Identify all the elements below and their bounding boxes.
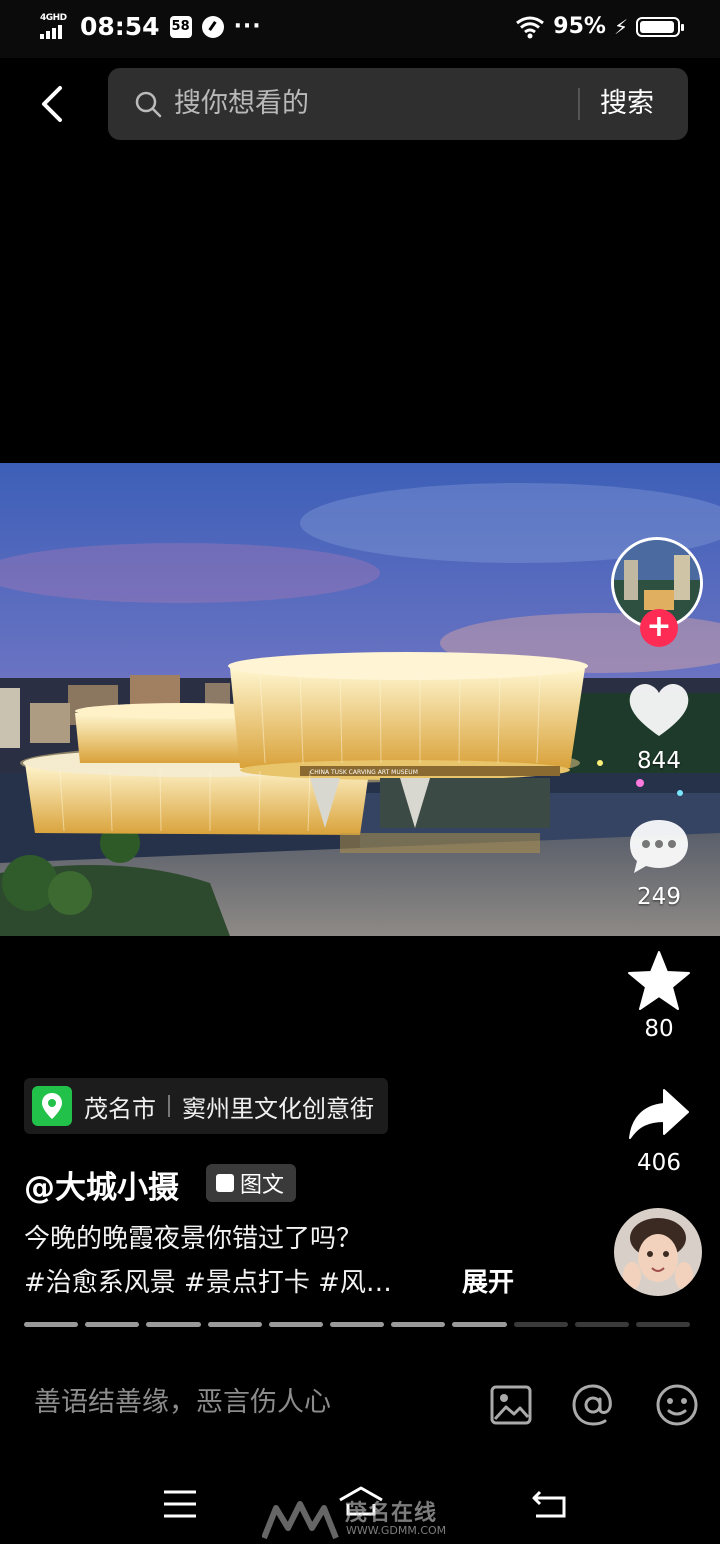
wifi-icon — [516, 16, 545, 38]
progress-segment — [85, 1322, 140, 1327]
music-disc-avatar[interactable] — [614, 1208, 702, 1296]
caption-line-1: 今晚的晚霞夜景你错过了吗？ — [24, 1224, 363, 1254]
progress-segment — [635, 1322, 691, 1327]
share-count: 406 — [637, 1150, 681, 1176]
image-post-label: 图文 — [240, 1173, 285, 1198]
mention-icon[interactable] — [570, 1382, 616, 1428]
watermark-text: 茂名在线 — [345, 1501, 438, 1526]
battery-percent: 95% — [553, 14, 606, 39]
caption-hashtags[interactable]: #治愈系风景 #景点打卡 #风… — [24, 1262, 392, 1299]
watermark-logo-icon — [262, 1501, 339, 1540]
search-divider — [578, 88, 580, 120]
charging-icon: ⚡ — [613, 14, 628, 39]
speed-gauge-icon — [201, 15, 224, 38]
notification-badge-icon: 58 — [169, 15, 192, 38]
progress-segment — [391, 1322, 446, 1327]
author-name[interactable]: @大城小摄 — [24, 1162, 179, 1207]
progress-segment — [146, 1322, 201, 1327]
back-arrow-icon[interactable] — [34, 84, 74, 124]
status-left: 4GHD 08:54 58 ··· — [38, 12, 262, 41]
progress-segment — [329, 1322, 385, 1327]
search-input[interactable]: 搜你想看的 搜索 — [108, 68, 688, 140]
star-icon — [628, 951, 690, 1010]
comment-count: 249 — [637, 884, 681, 910]
expand-caption-button[interactable]: 展开 — [462, 1262, 514, 1299]
status-bar: 4GHD 08:54 58 ··· 95% ⚡ — [0, 0, 720, 58]
progress-segment — [24, 1322, 79, 1327]
image-post-icon — [216, 1174, 234, 1192]
back-nav-icon[interactable] — [530, 1488, 568, 1520]
favorite-button[interactable]: 80 — [611, 950, 707, 1042]
location-tag[interactable]: 茂名市 窦州里文化创意街 — [24, 1078, 388, 1134]
museum-sign-text: CHINA TUSK CARVING ART MUSEUM — [310, 769, 418, 776]
progress-segment — [268, 1322, 323, 1327]
image-post-tag: 图文 — [206, 1164, 297, 1202]
search-placeholder: 搜你想看的 — [174, 88, 309, 119]
search-button[interactable]: 搜索 — [600, 68, 654, 140]
like-button[interactable]: 844 — [611, 680, 707, 774]
comment-bubble-icon — [630, 820, 688, 873]
battery-icon — [636, 16, 684, 37]
heart-icon — [629, 684, 689, 736]
image-picker-icon[interactable] — [488, 1382, 534, 1428]
location-city: 茂名市 — [84, 1094, 156, 1123]
search-icon — [135, 91, 162, 118]
cellular-signal-icon: 4GHD — [38, 13, 70, 41]
comment-input[interactable]: 善语结善缘，恶言伤人心 — [34, 1380, 331, 1419]
like-count: 844 — [637, 748, 681, 774]
menu-icon[interactable] — [162, 1488, 198, 1520]
progress-segment — [207, 1322, 262, 1327]
progress-segment — [574, 1322, 629, 1327]
image-progress-indicator — [24, 1322, 691, 1327]
location-pin-icon — [32, 1086, 72, 1126]
location-divider — [168, 1095, 170, 1117]
progress-segment — [513, 1322, 568, 1327]
network-type: 4GHD — [40, 12, 67, 23]
favorite-count: 80 — [644, 1016, 674, 1042]
status-right: 95% ⚡ — [515, 14, 684, 39]
comment-button[interactable]: 249 — [611, 816, 707, 910]
more-notifications-icon: ··· — [233, 14, 262, 39]
share-arrow-icon — [629, 1089, 689, 1139]
watermark-url: WWW.GDMM.COM — [346, 1524, 447, 1537]
status-time: 08:54 — [80, 12, 160, 41]
location-place: 窦州里文化创意街 — [182, 1094, 374, 1123]
emoji-icon[interactable] — [654, 1382, 700, 1428]
progress-segment — [452, 1322, 507, 1327]
follow-plus-button[interactable]: + — [640, 609, 678, 647]
share-button[interactable]: 406 — [611, 1086, 707, 1176]
